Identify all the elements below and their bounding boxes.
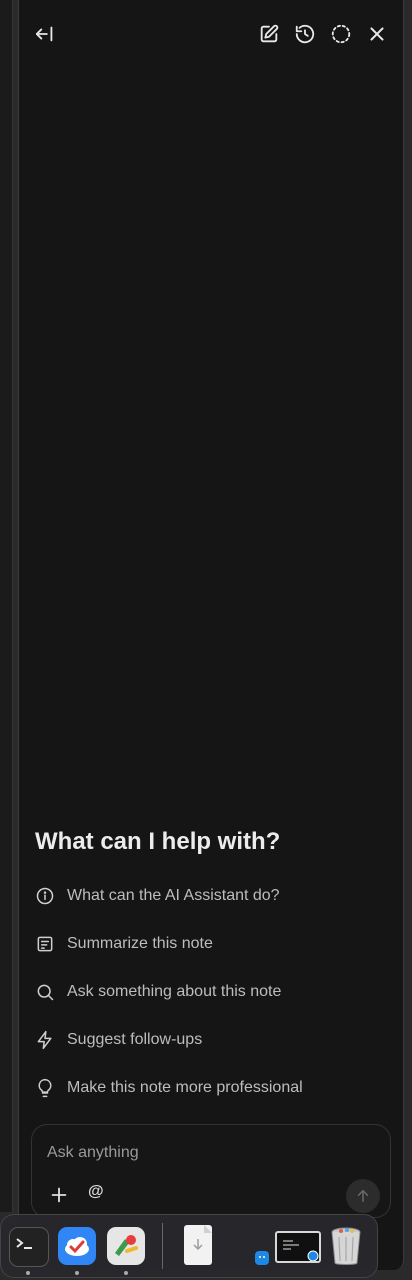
- chat-input[interactable]: [45, 1139, 349, 1167]
- plus-icon: [51, 1187, 67, 1203]
- finder-icon: [259, 1256, 265, 1258]
- history-icon: [295, 24, 315, 44]
- lightning-icon: [37, 1030, 52, 1050]
- screen-icon: [283, 1240, 319, 1262]
- finder-app[interactable]: [255, 1251, 269, 1265]
- trash-app[interactable]: [329, 1225, 363, 1267]
- document-icon: [193, 1225, 212, 1251]
- suggestion-ai-capabilities[interactable]: What can the AI Assistant do?: [33, 872, 393, 920]
- cloud-icon: [65, 1237, 89, 1256]
- trash-icon: [331, 1227, 361, 1265]
- info-icon: [36, 887, 54, 905]
- running-indicator: [75, 1271, 79, 1275]
- note-summary-icon: [37, 936, 53, 952]
- dock: [0, 1214, 378, 1278]
- running-indicator: [124, 1271, 128, 1275]
- suggestion-label: Suggest follow-ups: [67, 1031, 203, 1048]
- search-icon: [37, 984, 54, 1001]
- suggestion-professional[interactable]: Make this note more professional: [33, 1064, 393, 1112]
- cloud-app[interactable]: [58, 1227, 96, 1265]
- loading-icon: [331, 24, 351, 44]
- loading-indicator[interactable]: [327, 20, 355, 48]
- suggestion-label: What can the AI Assistant do?: [67, 887, 280, 904]
- collapse-panel-button[interactable]: [31, 20, 59, 48]
- history-button[interactable]: [291, 20, 319, 48]
- send-button[interactable]: [346, 1179, 380, 1213]
- new-chat-button[interactable]: [255, 20, 283, 48]
- new-chat-icon: [260, 24, 279, 43]
- page-title: What can I help with?: [35, 828, 281, 855]
- chat-composer: @: [31, 1124, 391, 1218]
- add-attachment-button[interactable]: [48, 1184, 70, 1206]
- suggestion-label: Make this note more professional: [67, 1079, 303, 1096]
- suggestion-summarize[interactable]: Summarize this note: [33, 920, 393, 968]
- running-indicator: [26, 1271, 30, 1275]
- ai-assistant-panel: What can I help with? What can the AI As…: [18, 0, 404, 1270]
- suggestion-list: What can the AI Assistant do? Summarize …: [33, 872, 393, 1112]
- suggestion-label: Summarize this note: [67, 935, 213, 952]
- suggestion-follow-ups[interactable]: Suggest follow-ups: [33, 1016, 393, 1064]
- mention-button[interactable]: @: [88, 1183, 104, 1201]
- background-window-edge: [0, 0, 13, 1212]
- preview-icon: [115, 1235, 138, 1256]
- close-button[interactable]: [363, 20, 391, 48]
- suggestion-label: Ask something about this note: [67, 983, 282, 1000]
- close-icon: [370, 27, 384, 41]
- suggestion-ask-about-note[interactable]: Ask something about this note: [33, 968, 393, 1016]
- terminal-icon: [16, 1238, 32, 1249]
- preview-app[interactable]: [107, 1227, 145, 1265]
- collapse-left-icon: [35, 26, 53, 42]
- terminal-app[interactable]: [9, 1227, 49, 1267]
- screen-app[interactable]: [275, 1231, 321, 1263]
- document-app[interactable]: [184, 1225, 212, 1265]
- arrow-up-icon: [357, 1190, 369, 1202]
- dock-separator: [162, 1223, 163, 1269]
- lightbulb-icon: [38, 1078, 52, 1098]
